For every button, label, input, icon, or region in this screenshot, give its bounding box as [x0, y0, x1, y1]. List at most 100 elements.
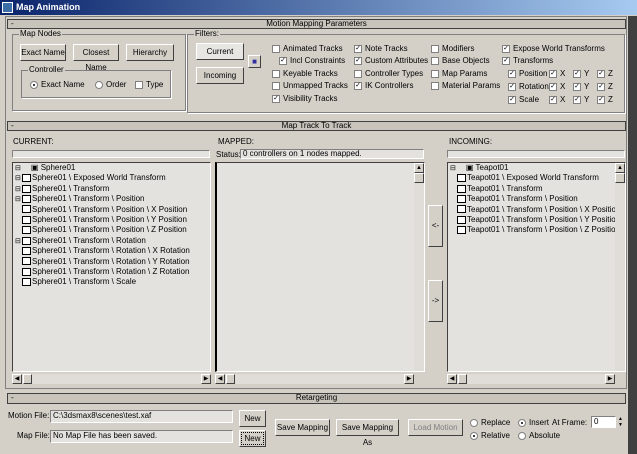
incoming-track-list[interactable]: ⊟ ▣ Teapot01 Teapot01 \ Exposed World Tra… — [447, 162, 626, 372]
save-mapping-as-button[interactable]: Save Mapping As — [336, 419, 399, 447]
axis-checkbox[interactable]: ✓ Y — [573, 82, 589, 92]
controller-exact-name-radio[interactable]: Exact Name — [30, 80, 85, 90]
axis-checkbox[interactable]: ✓ Z — [597, 82, 613, 92]
track-item[interactable]: ⊟ Sphere01 \ Transform \ Rotation — [13, 236, 210, 246]
mapped-label: MAPPED: — [218, 137, 255, 146]
controller-order-radio[interactable]: Order — [95, 80, 126, 90]
filter-checkbox[interactable]: ✓ Expose World Transforms — [502, 44, 605, 54]
incoming-filter-input[interactable] — [447, 150, 625, 158]
controller-icon — [457, 226, 466, 235]
controller-icon — [22, 174, 31, 183]
axis-checkbox[interactable]: ✓ Y — [573, 95, 589, 105]
track-item[interactable]: Sphere01 \ Transform \ Rotation \ Y Rota… — [13, 257, 210, 267]
controller-icon — [457, 215, 466, 224]
relative-radio[interactable]: Relative — [470, 431, 510, 441]
current-filter-button[interactable]: Current — [196, 43, 244, 60]
controller-icon — [457, 184, 466, 193]
axis-checkbox[interactable]: ✓ X — [549, 82, 565, 92]
tree-root[interactable]: ⊟ ▣ Sphere01 — [13, 163, 210, 173]
insert-radio[interactable]: Insert — [518, 418, 549, 428]
tree-root[interactable]: ⊟ ▣ Teapot01 — [448, 163, 625, 173]
incoming-hscroll[interactable]: ◀ ▶ — [447, 374, 615, 384]
axis-checkbox[interactable]: ✓ Y — [573, 69, 589, 79]
map-track-header[interactable]: - Map Track To Track — [7, 121, 626, 131]
track-item[interactable]: Teapot01 \ Transform \ Position \ X Posi… — [448, 205, 625, 215]
controller-icon — [22, 236, 31, 245]
filter-checkbox[interactable]: ✓ Custom Attributes — [354, 56, 428, 66]
hierarchy-button[interactable]: Hierarchy — [126, 44, 174, 61]
filter-checkbox[interactable]: Modifiers — [431, 44, 474, 54]
current-label: CURRENT: — [13, 137, 54, 146]
absolute-radio[interactable]: Absolute — [518, 431, 560, 441]
track-item[interactable]: Sphere01 \ Transform \ Position \ X Posi… — [13, 205, 210, 215]
filter-checkbox[interactable]: Base Objects — [431, 56, 490, 66]
move-right-button[interactable]: -> — [428, 280, 443, 322]
save-mapping-button[interactable]: Save Mapping — [275, 419, 330, 436]
at-frame-label: At Frame: — [552, 418, 588, 427]
new-map-button[interactable]: New — [239, 430, 266, 447]
filter-checkbox[interactable]: Controller Types — [354, 69, 423, 79]
track-item[interactable]: Sphere01 \ Transform \ Position \ Z Posi… — [13, 225, 210, 235]
transform-rotation-checkbox[interactable]: ✓ Rotation — [508, 82, 549, 92]
load-motion-button[interactable]: Load Motion — [408, 419, 463, 436]
current-hscroll[interactable]: ◀ ▶ — [12, 374, 211, 384]
lock-icon[interactable]: ■ — [248, 55, 261, 68]
controller-icon — [22, 205, 31, 214]
track-item[interactable]: Teapot01 \ Transform \ Position — [448, 194, 625, 204]
track-item[interactable]: ⊟ Sphere01 \ Transform \ Position — [13, 194, 210, 204]
at-frame-input[interactable]: 0 — [591, 416, 616, 428]
transform-scale-checkbox[interactable]: ✓ Scale — [508, 95, 539, 105]
filter-checkbox[interactable]: ✓ Visibility Tracks — [272, 94, 338, 104]
filter-checkbox[interactable]: ✓ Incl Constraints — [279, 56, 345, 66]
mapped-hscroll[interactable]: ◀ ▶ — [215, 374, 414, 384]
track-item[interactable]: Teapot01 \ Transform \ Position \ Z Posi… — [448, 225, 625, 235]
panel-scrollbar[interactable] — [628, 16, 637, 454]
controller-icon — [22, 195, 31, 204]
new-motion-button[interactable]: New — [239, 410, 266, 427]
current-track-list[interactable]: ⊟ ▣ Sphere01 ⊟ Sphere01 \ Exposed World Tr… — [12, 162, 211, 372]
map-file-field[interactable]: No Map File has been saved. — [50, 430, 233, 443]
move-left-button[interactable]: <- — [428, 205, 443, 247]
incoming-label: INCOMING: — [449, 137, 493, 146]
motion-file-field[interactable]: C:\3dsmax8\scenes\test.xaf — [50, 410, 233, 423]
at-frame-spinner[interactable]: ▲ ▼ — [618, 416, 625, 428]
track-item[interactable]: ⊟ Sphere01 \ Transform — [13, 184, 210, 194]
track-item[interactable]: Teapot01 \ Transform — [448, 184, 625, 194]
track-item[interactable]: Sphere01 \ Transform \ Rotation \ Z Rota… — [13, 267, 210, 277]
controller-icon — [22, 184, 31, 193]
filter-checkbox[interactable]: Unmapped Tracks — [272, 81, 348, 91]
mapped-vscroll[interactable]: ▲ — [414, 163, 424, 371]
filter-checkbox[interactable]: ✓ Note Tracks — [354, 44, 408, 54]
track-item[interactable]: Sphere01 \ Transform \ Scale — [13, 277, 210, 287]
controller-icon — [22, 247, 31, 256]
controller-icon — [457, 195, 466, 204]
axis-checkbox[interactable]: ✓ X — [549, 69, 565, 79]
track-item[interactable]: Teapot01 \ Transform \ Position \ Y Posi… — [448, 215, 625, 225]
replace-radio[interactable]: Replace — [470, 418, 510, 428]
incoming-filter-button[interactable]: Incoming — [196, 67, 244, 84]
motion-mapping-header[interactable]: - Motion Mapping Parameters — [7, 19, 626, 29]
track-item[interactable]: Sphere01 \ Transform \ Position \ Y Posi… — [13, 215, 210, 225]
closest-name-button[interactable]: Closest Name — [73, 44, 119, 72]
filter-checkbox[interactable]: ✓ IK Controllers — [354, 81, 413, 91]
exact-name-button[interactable]: Exact Name — [20, 44, 66, 61]
track-item[interactable]: Teapot01 \ Exposed World Transform — [448, 173, 625, 183]
controller-type-checkbox[interactable]: Type — [135, 80, 163, 90]
incoming-vscroll[interactable]: ▲ — [615, 163, 625, 371]
mapped-track-list[interactable] — [215, 162, 425, 372]
transform-position-checkbox[interactable]: ✓ Position — [508, 69, 547, 79]
controller-icon — [457, 174, 466, 183]
filter-checkbox[interactable]: Map Params — [431, 69, 487, 79]
current-filter-input[interactable] — [12, 150, 210, 158]
filter-checkbox[interactable]: Animated Tracks — [272, 44, 343, 54]
track-item[interactable]: Sphere01 \ Transform \ Rotation \ X Rota… — [13, 246, 210, 256]
axis-checkbox[interactable]: ✓ X — [549, 95, 565, 105]
filter-checkbox[interactable]: Material Params — [431, 81, 500, 91]
filter-checkbox[interactable]: Keyable Tracks — [272, 69, 338, 79]
controller-icon — [22, 226, 31, 235]
retargeting-header[interactable]: - Retargeting — [7, 393, 626, 404]
track-item[interactable]: ⊟ Sphere01 \ Exposed World Transform — [13, 173, 210, 183]
filter-checkbox[interactable]: ✓ Transforms — [502, 56, 553, 66]
axis-checkbox[interactable]: ✓ Z — [597, 69, 613, 79]
axis-checkbox[interactable]: ✓ Z — [597, 95, 613, 105]
